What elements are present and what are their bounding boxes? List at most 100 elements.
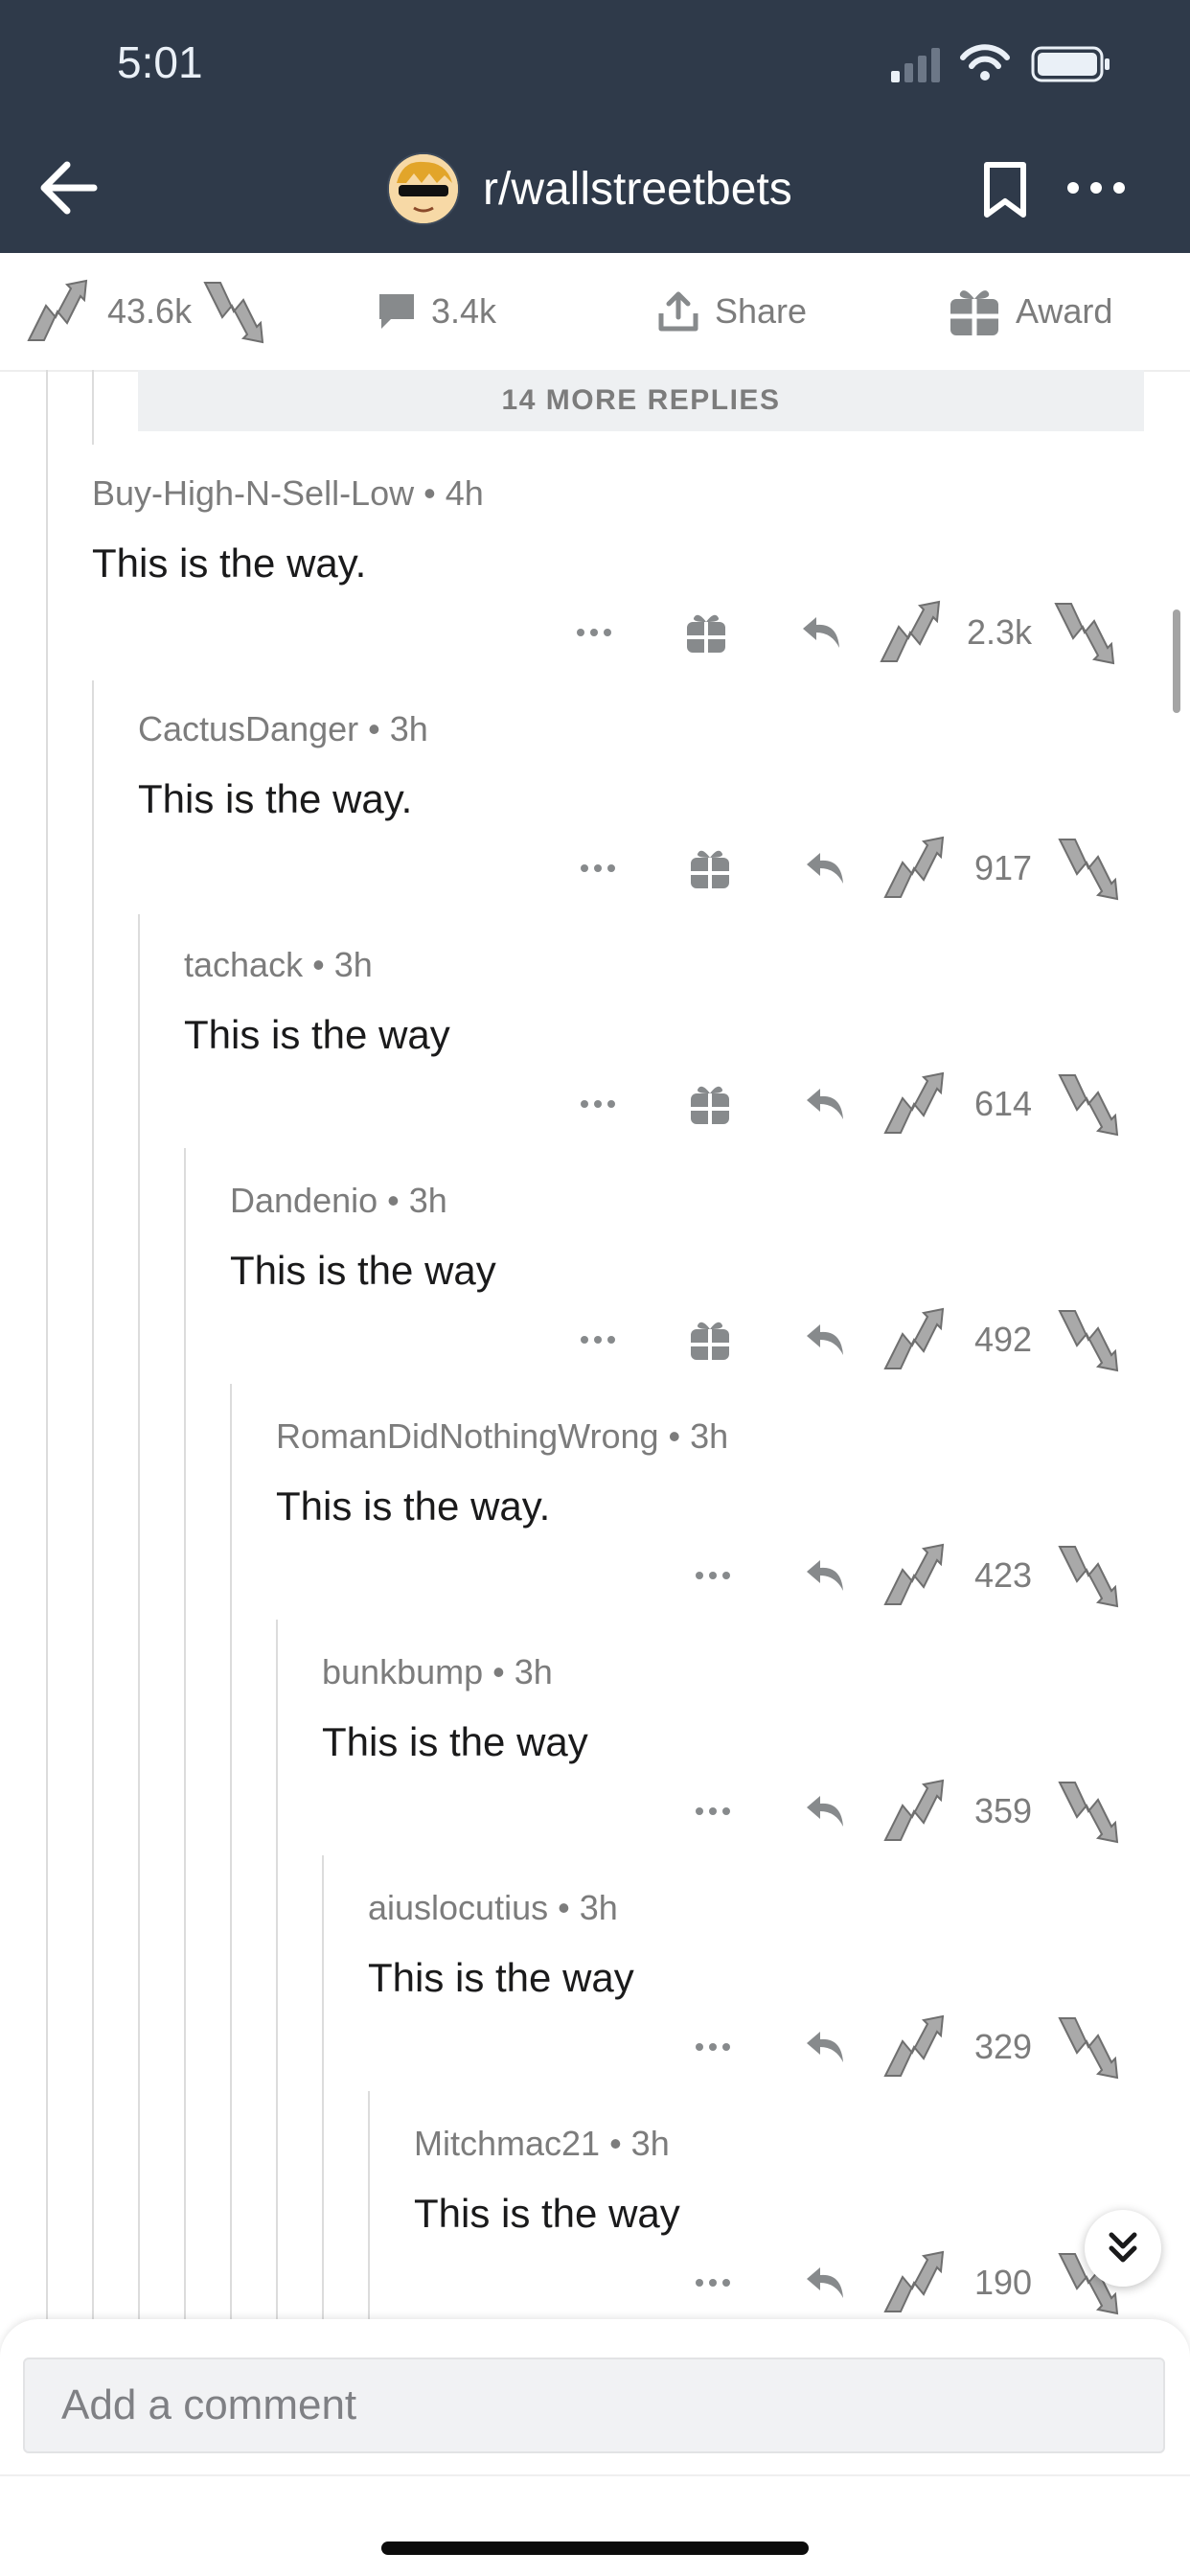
more-icon[interactable] [579,1098,617,1110]
more-replies-button[interactable]: 14 MORE REPLIES [138,370,1144,431]
comment-author[interactable]: Mitchmac21 [414,2124,600,2163]
more-icon[interactable] [694,1570,732,1581]
comment: bunkbump • 3h This is the way [322,1652,588,1765]
comment-placeholder: Add a comment [61,2381,357,2428]
award-label: Award [1016,291,1113,331]
downvote-icon[interactable] [1056,1541,1125,1610]
comment-score: 614 [973,1084,1033,1123]
downvote-icon[interactable] [1052,598,1121,667]
upvote-icon[interactable] [881,2012,950,2082]
comment-score: 190 [973,2263,1033,2302]
upvote-icon[interactable] [878,598,947,667]
thread-line[interactable] [184,1148,186,2319]
reply-icon[interactable] [803,2028,847,2066]
thread-line[interactable] [46,370,48,2319]
bookmark-icon[interactable] [979,161,1031,218]
comment: CactusDanger • 3h This is the way. [138,709,428,822]
reply-icon[interactable] [803,849,847,887]
upvote-icon[interactable] [881,834,950,903]
upvote-icon[interactable] [881,1541,950,1610]
more-icon[interactable] [579,1334,617,1346]
upvote-icon[interactable] [881,1305,950,1374]
subreddit-name: r/wallstreetbets [483,163,792,215]
comment-time: 3h [333,945,373,984]
add-comment-input[interactable]: Add a comment [23,2358,1165,2453]
downvote-icon[interactable] [1056,1777,1125,1846]
comment-author[interactable]: tachack [184,945,303,984]
reply-icon[interactable] [803,2264,847,2302]
comment-author[interactable]: aiuslocutius [368,1888,548,1927]
comment-time: 3h [514,1652,553,1691]
share-button[interactable]: Share [655,253,807,370]
reply-icon[interactable] [803,1556,847,1595]
comment-score: 359 [973,1791,1033,1830]
reply-icon[interactable] [803,1321,847,1359]
comment-author[interactable]: Dandenio [230,1181,378,1220]
comment-meta[interactable]: Buy-High-N-Sell-Low • 4h [92,473,484,514]
comment-actions: 492 [579,1301,1125,1378]
comment-time: 3h [690,1416,729,1456]
comment-body: This is the way [368,1955,634,2000]
comment-meta[interactable]: Mitchmac21 • 3h [414,2124,680,2164]
comment-score: 329 [973,2027,1033,2066]
downvote-icon[interactable] [1056,1305,1125,1374]
comment-body: This is the way [322,1719,588,1764]
gift-icon[interactable] [688,1082,732,1126]
more-icon[interactable] [1065,180,1127,196]
comment-actions: 423 [694,1537,1125,1614]
share-icon [658,291,698,332]
thread-line[interactable] [138,914,140,2319]
upvote-icon[interactable] [881,1777,950,1846]
downvote-icon[interactable] [1056,1070,1125,1138]
more-icon[interactable] [694,2277,732,2288]
thread-line[interactable] [230,1384,232,2319]
more-icon[interactable] [694,2041,732,2053]
thread-line[interactable] [368,2091,370,2319]
more-icon[interactable] [694,1806,732,1817]
gift-icon[interactable] [688,1318,732,1362]
comment-meta[interactable]: bunkbump • 3h [322,1652,588,1692]
upvote-icon[interactable] [881,1070,950,1138]
comment-author[interactable]: Buy-High-N-Sell-Low [92,473,414,513]
comment-author[interactable]: RomanDidNothingWrong [276,1416,659,1456]
comment-body: This is the way [230,1248,496,1293]
back-arrow-icon[interactable] [36,155,102,220]
reply-icon[interactable] [803,1085,847,1123]
comment-body: This is the way. [276,1484,551,1529]
thread-line[interactable] [276,1620,278,2319]
downvote-icon[interactable] [201,277,270,346]
more-icon[interactable] [579,862,617,874]
subreddit-avatar [387,152,460,225]
more-icon[interactable] [575,627,613,638]
downvote-icon[interactable] [1056,2012,1125,2082]
comment-meta[interactable]: RomanDidNothingWrong • 3h [276,1416,728,1457]
comment-meta[interactable]: aiuslocutius • 3h [368,1888,634,1928]
gift-icon[interactable] [684,610,728,655]
thread-line[interactable] [92,370,94,445]
thread-line[interactable] [322,1855,324,2319]
downvote-icon[interactable] [1056,834,1125,903]
subreddit-title[interactable]: r/wallstreetbets [387,152,792,225]
award-button[interactable]: Award [947,253,1112,370]
comment-author[interactable]: CactusDanger [138,709,358,748]
reply-icon[interactable] [799,613,843,652]
upvote-icon[interactable] [881,2248,950,2317]
reply-icon[interactable] [803,1792,847,1830]
comment-time: 4h [445,473,484,513]
gift-icon[interactable] [688,846,732,890]
share-label: Share [715,291,808,331]
comment: tachack • 3h This is the way [184,945,450,1058]
scrollbar[interactable] [1173,610,1180,713]
comment-bar: Add a comment [0,2319,1190,2576]
divider [0,2474,1190,2476]
upvote-icon[interactable] [25,277,94,346]
comments-button[interactable]: 3.4k [376,253,496,370]
comment-time: 3h [408,1181,447,1220]
comment-meta[interactable]: tachack • 3h [184,945,450,985]
comment-meta[interactable]: CactusDanger • 3h [138,709,428,749]
thread-line[interactable] [92,680,94,2319]
post-action-bar: 43.6k 3.4k Share Award [0,253,1190,372]
jump-to-next-button[interactable] [1085,2210,1161,2287]
comment-author[interactable]: bunkbump [322,1652,483,1691]
comment-meta[interactable]: Dandenio • 3h [230,1181,496,1221]
